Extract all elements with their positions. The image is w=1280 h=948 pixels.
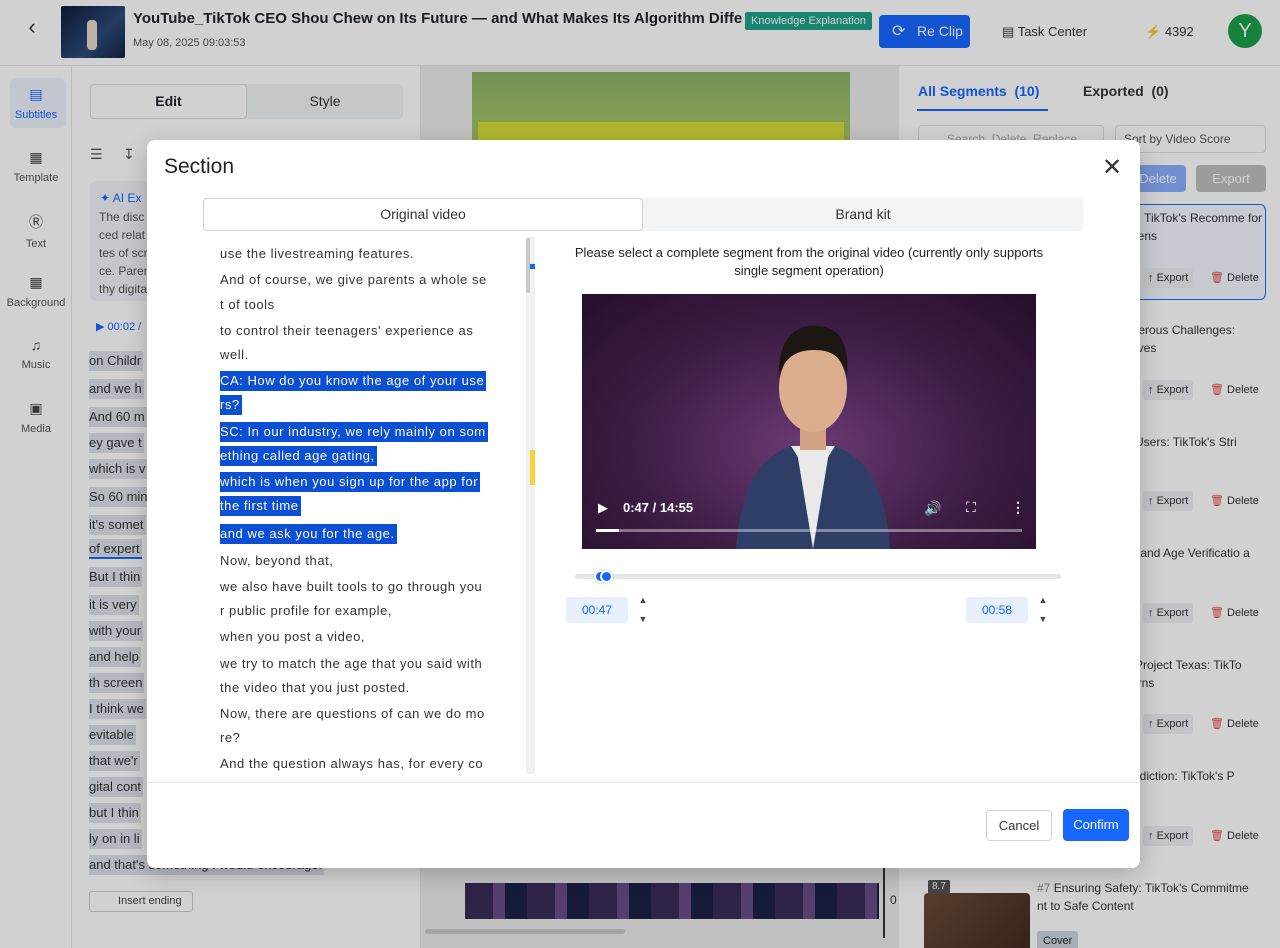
transcript-line[interactable]: we also have built tools to go through y…	[220, 577, 482, 597]
video-progress-bar[interactable]	[596, 529, 1022, 532]
dialog-title: Section	[164, 155, 235, 178]
transcript-line[interactable]: t of tools	[220, 295, 275, 315]
tab-original-video[interactable]: Original video	[203, 198, 643, 231]
more-options-icon[interactable]: ⋮	[1011, 499, 1025, 516]
cancel-button[interactable]: Cancel	[986, 810, 1052, 841]
video-progress-fill	[596, 529, 619, 532]
dialog-footer-divider	[147, 782, 1140, 783]
tab-brand-kit[interactable]: Brand kit	[643, 198, 1083, 231]
close-icon[interactable]: ✕	[1100, 155, 1124, 181]
confirm-button[interactable]: Confirm	[1063, 809, 1129, 841]
instruction-text: Please select a complete segment from th…	[574, 245, 1044, 278]
transcript-line[interactable]: use the livestreaming features.	[220, 244, 414, 264]
speaker-figure	[736, 325, 890, 549]
transcript-line[interactable]: the first time	[220, 496, 301, 516]
end-time-input[interactable]: 00:58	[966, 597, 1028, 623]
transcript-line[interactable]: Now, there are questions of can we do mo	[220, 704, 485, 724]
transcript-list[interactable]: use the livestreaming features. And of co…	[211, 236, 531, 774]
range-slider-track[interactable]	[575, 574, 1061, 579]
start-increment-icon[interactable]: ▲	[636, 594, 650, 606]
fullscreen-icon[interactable]: ⛶	[966, 499, 976, 516]
transcript-line[interactable]: And the question always has, for every c…	[220, 754, 483, 774]
transcript-line[interactable]: when you post a video,	[220, 627, 365, 647]
selection-marker	[530, 450, 535, 485]
transcript-line[interactable]: which is when you sign up for the app fo…	[220, 472, 481, 492]
start-decrement-icon[interactable]: ▼	[636, 613, 650, 625]
transcript-line[interactable]: r public profile for example,	[220, 601, 392, 621]
end-increment-icon[interactable]: ▲	[1036, 594, 1050, 606]
range-end-handle[interactable]	[600, 570, 613, 583]
transcript-line[interactable]: Now, beyond that,	[220, 551, 333, 571]
volume-icon[interactable]: 🔊	[924, 500, 941, 517]
scroll-position-marker	[530, 264, 535, 269]
transcript-line[interactable]: ething called age gating,	[220, 446, 377, 466]
video-time: 0:47 / 14:55	[623, 500, 694, 515]
transcript-line[interactable]: and we ask you for the age.	[220, 524, 397, 544]
transcript-line[interactable]: well.	[220, 345, 249, 365]
transcript-line[interactable]: SC: In our industry, we rely mainly on s…	[220, 422, 488, 442]
transcript-line[interactable]: to control their teenagers' experience a…	[220, 321, 473, 341]
start-time-input[interactable]: 00:47	[566, 597, 628, 623]
transcript-line[interactable]: CA: How do you know the age of your use	[220, 371, 487, 391]
transcript-scrollbar[interactable]	[526, 237, 535, 774]
transcript-line[interactable]: And of course, we give parents a whole s…	[220, 270, 487, 290]
transcript-line[interactable]: we try to match the age that you said wi…	[220, 654, 482, 674]
end-decrement-icon[interactable]: ▼	[1036, 613, 1050, 625]
transcript-line[interactable]: the video that you just posted.	[220, 678, 410, 698]
transcript-line[interactable]: rs?	[220, 395, 242, 415]
transcript-line[interactable]: re?	[220, 728, 240, 748]
play-icon[interactable]: ▶	[598, 500, 608, 516]
